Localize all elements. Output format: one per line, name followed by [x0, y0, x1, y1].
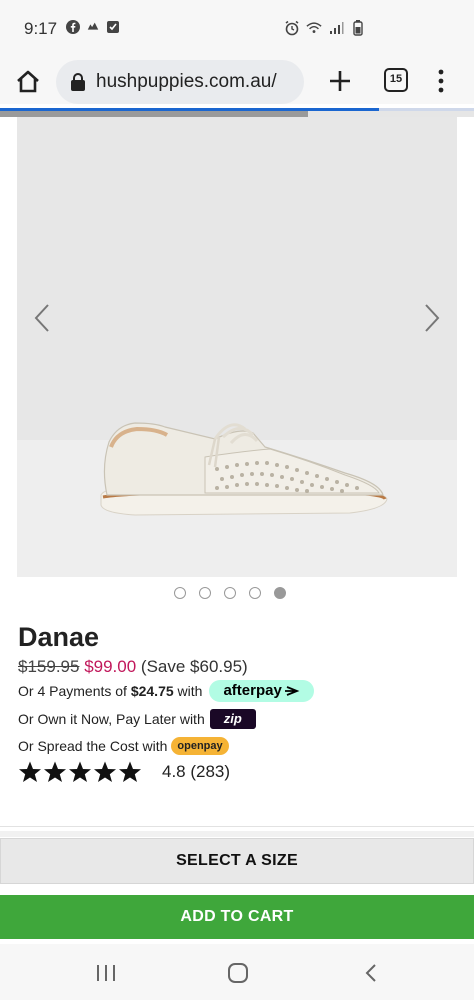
- price-line: $159.95 $99.00 (Save $60.95): [18, 657, 248, 677]
- browser-toolbar: hushpuppies.com.au/ 15: [0, 58, 474, 104]
- openpay-logo[interactable]: openpay: [171, 737, 229, 755]
- chevron-left-icon[interactable]: [31, 302, 53, 334]
- signal-icon: [328, 20, 344, 36]
- gallery-dot[interactable]: [224, 587, 236, 599]
- status-right-icons: [284, 20, 366, 36]
- gallery-dot[interactable]: [249, 587, 261, 599]
- star-icon: [19, 761, 41, 782]
- product-shoe-image: [100, 422, 388, 516]
- lock-icon: [70, 73, 86, 91]
- product-image-gallery[interactable]: [17, 117, 457, 577]
- home-icon[interactable]: [14, 68, 42, 96]
- select-size-button[interactable]: SELECT A SIZE: [0, 838, 474, 884]
- plus-icon[interactable]: [327, 68, 353, 94]
- product-rating[interactable]: 4.8 (283): [18, 760, 230, 784]
- chevron-right-icon[interactable]: [421, 302, 443, 334]
- gallery-dot[interactable]: [174, 587, 186, 599]
- system-nav-bar: [0, 944, 474, 1000]
- check-box-icon: [106, 20, 120, 34]
- back-icon[interactable]: [360, 962, 384, 984]
- gallery-pagination: [174, 587, 286, 599]
- afterpay-logo-text: afterpay: [223, 682, 282, 699]
- original-price: $159.95: [18, 657, 80, 676]
- divider-shadow: [0, 831, 474, 837]
- openpay-text: Or Spread the Cost with: [18, 738, 168, 754]
- weather-icon: [86, 20, 100, 34]
- afterpay-line: Or 4 Payments of $24.75 with afterpay: [18, 680, 314, 702]
- zip-text: Or Own it Now, Pay Later with: [18, 711, 205, 727]
- afterpay-amount: $24.75: [130, 683, 174, 699]
- status-bar: 9:17: [0, 0, 474, 58]
- zip-logo[interactable]: zip: [209, 709, 256, 729]
- product-title: Danae: [18, 622, 100, 652]
- battery-icon: [350, 20, 366, 36]
- gallery-dot[interactable]: [199, 587, 211, 599]
- star-icon: [69, 761, 91, 782]
- address-bar[interactable]: hushpuppies.com.au/: [56, 60, 304, 104]
- status-time: 9:17: [24, 19, 58, 38]
- rating-text: 4.8 (283): [162, 762, 231, 781]
- openpay-line: Or Spread the Cost with openpay: [18, 737, 229, 755]
- zip-line: Or Own it Now, Pay Later with zip: [18, 709, 256, 729]
- home-circle-icon[interactable]: [226, 962, 250, 984]
- recents-icon[interactable]: [94, 962, 118, 984]
- gallery-dot[interactable]: [274, 587, 286, 599]
- facebook-icon: [66, 20, 80, 34]
- status-left-icons: [66, 20, 120, 34]
- star-icon: [44, 761, 66, 782]
- url-text: hushpuppies.com.au/: [96, 71, 277, 92]
- afterpay-arrows-icon: [284, 686, 300, 696]
- savings-text: (Save $60.95): [140, 657, 248, 676]
- afterpay-prefix: Or 4 Payments of: [18, 683, 127, 699]
- rating-stars: [18, 760, 142, 784]
- add-to-cart-button[interactable]: ADD TO CART: [0, 895, 474, 939]
- star-icon: [94, 761, 116, 782]
- tabs-icon[interactable]: 15: [384, 68, 408, 92]
- more-vert-icon[interactable]: [432, 68, 450, 94]
- alarm-icon: [284, 20, 300, 36]
- afterpay-logo[interactable]: afterpay: [209, 680, 314, 702]
- wifi-icon: [306, 20, 322, 36]
- sale-price: $99.00: [84, 657, 137, 676]
- star-icon: [119, 761, 141, 782]
- afterpay-suffix: with: [177, 683, 203, 699]
- divider: [0, 826, 474, 827]
